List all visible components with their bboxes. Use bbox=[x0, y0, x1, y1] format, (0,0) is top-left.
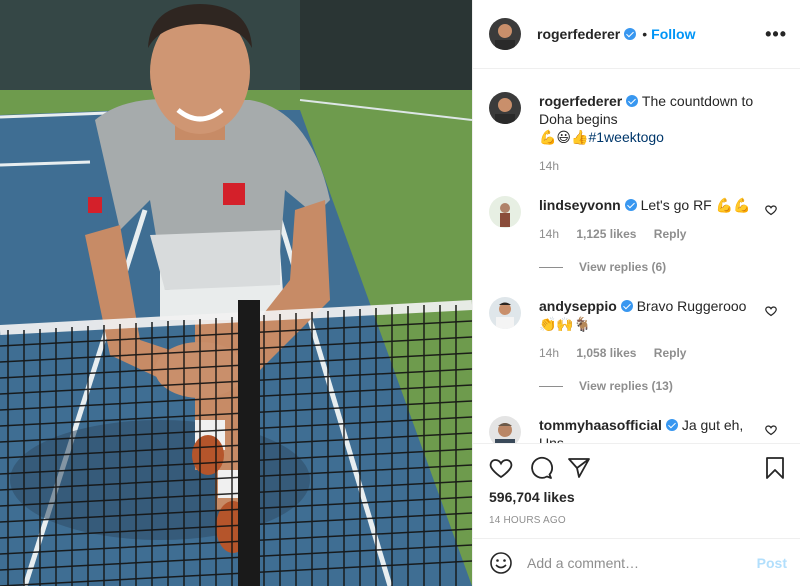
post-header: rogerfederer • Follow ••• bbox=[473, 0, 800, 69]
avatar[interactable] bbox=[489, 196, 521, 228]
caption-emojis: 💪😃👍 bbox=[539, 130, 589, 146]
comment-likes[interactable]: 1,058 likes bbox=[576, 346, 636, 360]
dot-separator: • bbox=[642, 26, 648, 42]
comment-text-continued: Uns… bbox=[539, 435, 578, 443]
post-detail-panel: rogerfederer • Follow ••• rogerfederer T… bbox=[472, 0, 800, 586]
avatar[interactable] bbox=[489, 18, 521, 50]
comment-text: Ja gut eh, bbox=[681, 417, 744, 433]
comment-emojis: 💪💪 bbox=[715, 198, 751, 214]
comment-username[interactable]: lindseyvonn bbox=[539, 197, 621, 213]
comment-time[interactable]: 14h bbox=[539, 227, 559, 241]
tennis-photo-illustration bbox=[0, 0, 472, 586]
verified-badge-icon bbox=[624, 199, 637, 211]
like-comment-heart-icon[interactable] bbox=[765, 305, 777, 317]
comment-likes[interactable]: 1,125 likes bbox=[576, 227, 636, 241]
comment-username[interactable]: andyseppio bbox=[539, 298, 617, 314]
share-icon[interactable] bbox=[567, 456, 591, 480]
header-username[interactable]: rogerfederer bbox=[537, 26, 620, 42]
comment-time[interactable]: 14h bbox=[539, 346, 559, 360]
bookmark-icon[interactable] bbox=[763, 456, 787, 480]
comments-list[interactable]: rogerfederer The countdown to Doha begin… bbox=[473, 70, 800, 443]
post-actions: 596,704 likes 14 HOURS AGO Post bbox=[473, 443, 800, 586]
avatar[interactable] bbox=[489, 92, 521, 124]
likes-count[interactable]: 596,704 likes bbox=[489, 489, 575, 505]
emoji-icon[interactable] bbox=[489, 551, 513, 575]
post-timestamp[interactable]: 14 HOURS AGO bbox=[489, 515, 566, 526]
comment-icon[interactable] bbox=[529, 456, 553, 480]
more-icon[interactable]: ••• bbox=[765, 24, 787, 45]
verified-badge-icon bbox=[624, 28, 637, 40]
caption-username[interactable]: rogerfederer bbox=[539, 93, 622, 109]
verified-badge-icon bbox=[620, 300, 633, 312]
add-comment-bar: Post bbox=[473, 538, 800, 586]
reply-button[interactable]: Reply bbox=[654, 346, 687, 360]
comment-input[interactable] bbox=[527, 551, 737, 575]
comment-text: Let's go RF bbox=[640, 197, 712, 213]
reply-button[interactable]: Reply bbox=[654, 227, 687, 241]
caption-hashtag[interactable]: #1weektogo bbox=[588, 129, 664, 145]
like-comment-heart-icon[interactable] bbox=[765, 424, 777, 436]
comment-username[interactable]: tommyhaasofficial bbox=[539, 417, 662, 433]
like-comment-heart-icon[interactable] bbox=[765, 204, 777, 216]
avatar[interactable] bbox=[489, 297, 521, 329]
caption-time[interactable]: 14h bbox=[539, 159, 559, 173]
verified-badge-icon bbox=[665, 419, 678, 431]
avatar[interactable] bbox=[489, 416, 521, 443]
comment-emojis: 👏🙌🐐 bbox=[539, 317, 592, 333]
view-replies-button[interactable]: View replies (13) bbox=[539, 379, 673, 393]
heart-icon[interactable] bbox=[489, 456, 513, 480]
post-photo[interactable] bbox=[0, 0, 472, 586]
post-comment-button[interactable]: Post bbox=[757, 555, 787, 571]
comment-text: Bravo Ruggerooo bbox=[636, 298, 747, 314]
view-replies-button[interactable]: View replies (6) bbox=[539, 260, 666, 274]
verified-badge-icon bbox=[626, 95, 639, 107]
follow-button[interactable]: Follow bbox=[651, 26, 695, 42]
